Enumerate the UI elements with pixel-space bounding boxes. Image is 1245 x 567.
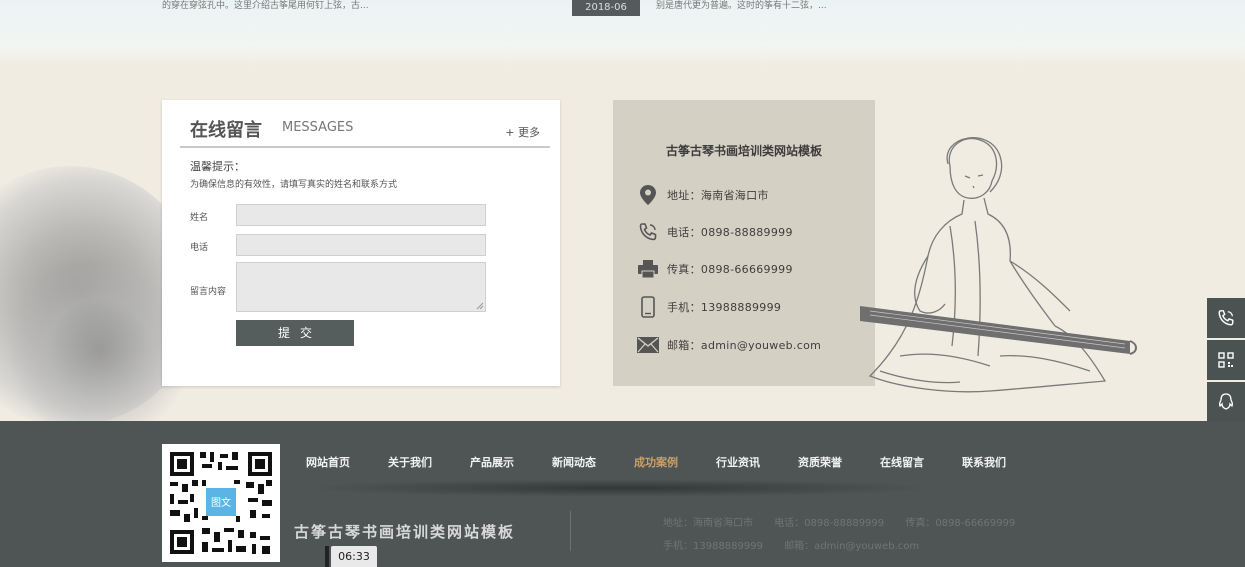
video-timestamp: 06:33 [331,546,377,567]
nav-about[interactable]: 关于我们 [388,454,432,470]
footer-fax: 传真：0898-66669999 [905,518,1016,529]
phone-icon [637,221,659,243]
message-title-en: MESSAGES [282,120,354,135]
nav-products[interactable]: 产品展示 [470,454,514,470]
submit-button[interactable]: 提交 [236,320,354,346]
contact-mobile-text: 手机：13988889999 [667,301,782,314]
side-qq-button[interactable] [1207,382,1245,421]
news-date-badge: 2018-06 [572,0,640,16]
contact-phone: 电话：0898-88889999 [637,220,793,244]
qr-code: 图文 [162,444,280,562]
nav-honors[interactable]: 资质荣誉 [798,454,842,470]
location-pin-icon [637,184,659,206]
nav-shadow-decoration [300,479,940,497]
news-strip: 的穿在穿弦孔中。这里介绍古筝尾用何钉上弦，古... 2018-06 别是唐代更为… [0,0,1245,66]
phone-label: 电话 [190,243,209,253]
footer-nav: 网站首页 关于我们 产品展示 新闻动态 成功案例 行业资讯 资质荣誉 在线留言 … [306,454,1044,470]
qq-icon [1218,393,1234,410]
phone-input[interactable] [236,234,486,256]
nav-cases[interactable]: 成功案例 [634,454,678,470]
footer-phone: 电话：0898-88889999 [774,518,885,529]
tip-title: 温馨提示： [190,160,245,173]
mobile-icon [637,296,659,318]
qr-code-icon [1218,352,1234,368]
footer-mobile: 手机：13988889999 [663,541,763,552]
fax-icon [637,258,659,280]
side-toolbar [1207,298,1245,421]
nav-messages[interactable]: 在线留言 [880,454,924,470]
more-link[interactable]: + 更多 [505,124,540,140]
news-snippet-left[interactable]: 的穿在穿弦孔中。这里介绍古筝尾用何钉上弦，古... [162,0,542,13]
footer-address: 地址：海南省海口市 [663,518,753,529]
contact-title: 古筝古琴书画培训类网站模板 [665,144,822,158]
qr-code-image: 图文 [162,444,280,562]
contact-email-text: 邮箱：admin@youweb.com [667,339,822,352]
name-label: 姓名 [190,213,209,223]
nav-news[interactable]: 新闻动态 [552,454,596,470]
contact-fax: 传真：0898-66669999 [637,257,793,281]
resize-handle-icon[interactable] [476,302,484,310]
news-snippet-right[interactable]: 别是唐代更为普遍。这时的筝有十二弦，... [656,0,827,13]
nav-contact[interactable]: 联系我们 [962,454,1006,470]
footer-info-line2: 手机：13988889999 邮箱：admin@youweb.com [663,537,937,552]
footer-email: 邮箱：admin@youweb.com [784,541,920,552]
message-panel: 在线留言 MESSAGES + 更多 温馨提示： 为确保信息的有效性，请填写真实… [162,100,560,386]
side-phone-button[interactable] [1207,298,1245,338]
site-footer: 图文 网站首页 关于我们 产品展示 新闻动态 成功案例 行业资讯 资质荣誉 在线… [0,421,1245,567]
nav-home[interactable]: 网站首页 [306,454,350,470]
mail-icon [637,334,659,356]
phone-icon [1218,310,1234,326]
guzheng-player-illustration [860,137,1137,393]
contact-fax-text: 传真：0898-66669999 [667,263,793,276]
video-progress-marker[interactable] [325,546,329,567]
name-input[interactable] [236,204,486,226]
message-header: 在线留言 MESSAGES + 更多 [180,112,550,148]
tip-text: 为确保信息的有效性，请填写真实的姓名和联系方式 [190,180,398,190]
contact-mobile: 手机：13988889999 [637,295,781,319]
contact-address: 地址：海南省海口市 [637,183,769,207]
side-qr-button[interactable] [1207,340,1245,380]
contact-address-text: 地址：海南省海口市 [667,189,769,202]
footer-brand: 古筝古琴书画培训类网站模板 [294,523,516,541]
content-textarea[interactable] [236,262,486,312]
message-title: 在线留言 [190,120,262,141]
contact-info-panel: 古筝古琴书画培训类网站模板 地址：海南省海口市 电话：0898-88889999… [613,100,875,386]
qr-badge: 图文 [211,496,231,509]
contact-phone-text: 电话：0898-88889999 [667,226,793,239]
footer-divider [570,511,571,551]
nav-industry[interactable]: 行业资讯 [716,454,760,470]
content-label: 留言内容 [190,287,227,297]
footer-info-line1: 地址：海南省海口市 电话：0898-88889999 传真：0898-66669… [663,514,1033,529]
contact-section: 在线留言 MESSAGES + 更多 温馨提示： 为确保信息的有效性，请填写真实… [0,66,1245,421]
contact-email: 邮箱：admin@youweb.com [637,333,821,357]
